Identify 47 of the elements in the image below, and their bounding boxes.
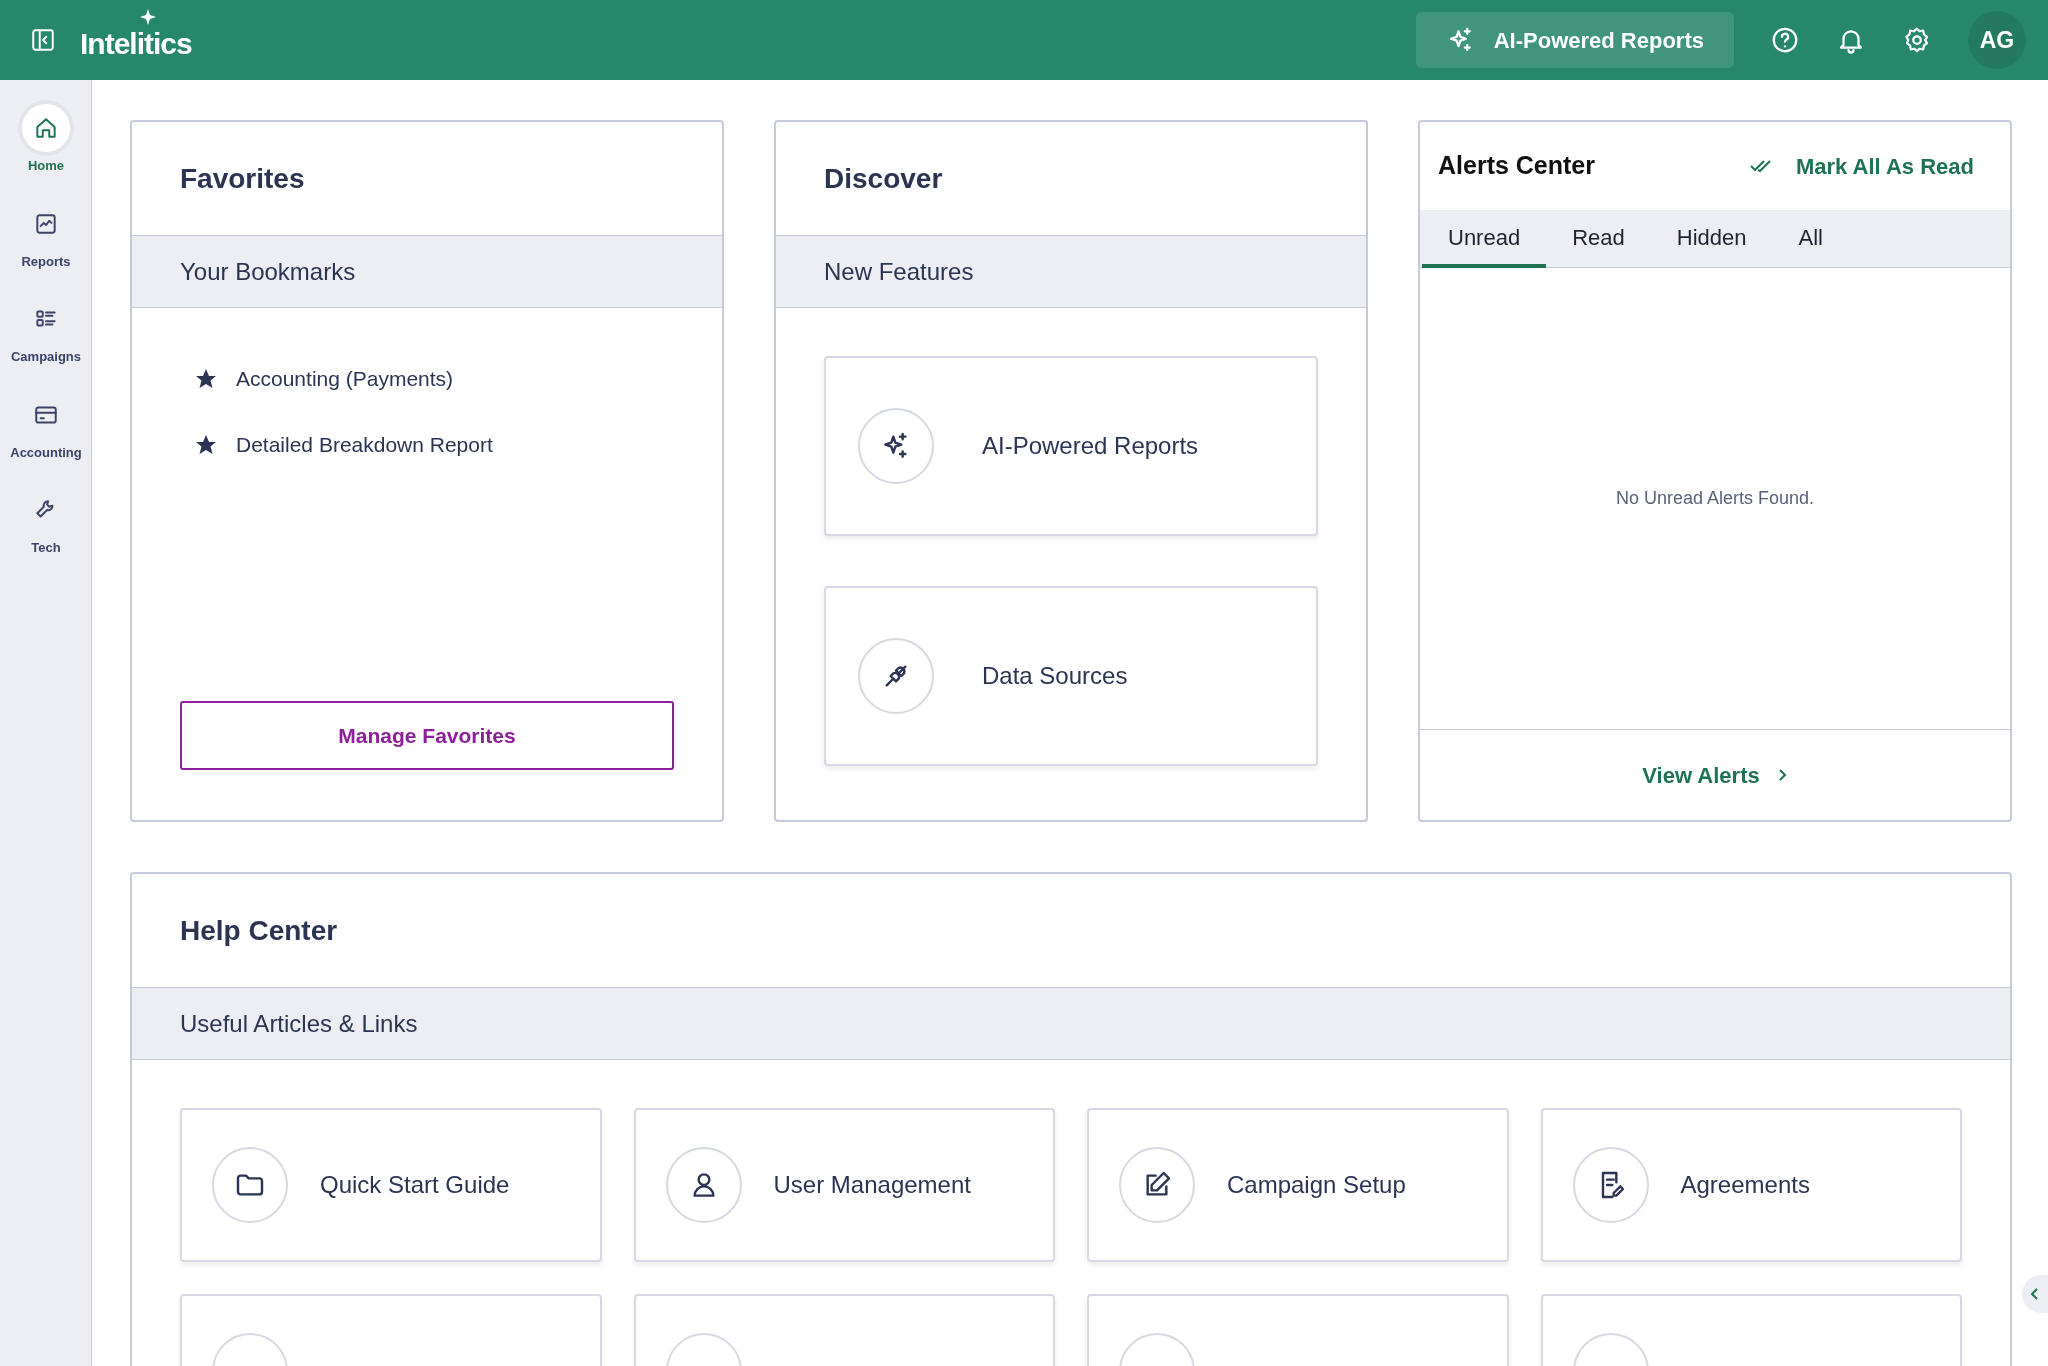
ai-reports-button[interactable]: AI-Powered Reports [1415,12,1734,68]
empty-message: No Unread Alerts Found. [1615,487,1815,510]
panel-title: Favorites [180,161,305,196]
feature-label: Data Sources [982,661,1128,691]
sidebar-label: Home [27,157,65,175]
sidebar-label: Accounting [10,443,82,462]
panel-title: Discover [824,161,943,196]
sidebar-item[interactable]: Campaigns [0,295,92,367]
sidebar-item[interactable]: Accounting [0,390,92,462]
help-article-card[interactable]: Quick Start Guide [180,1108,602,1262]
chevron-left-icon [2029,1286,2041,1302]
user-avatar[interactable]: AG [1968,11,2026,69]
sidebar-item[interactable]: Reports [0,199,92,271]
article-label: Quick Start Guide [320,1170,510,1200]
help-article-card[interactable]: Campaign Setup [1087,1108,1509,1262]
panel-subtitle: New Features [824,256,974,287]
article-label: User Management [773,1170,971,1200]
sidebar-toggle-icon[interactable] [30,27,56,53]
panel-title: Alerts Center [1438,150,1595,182]
alerts-tab[interactable]: Unread [1422,210,1547,268]
sidebar-label: Reports [21,252,71,271]
alerts-tab[interactable]: Hidden [1650,210,1773,268]
panel-subtitle: Your Bookmarks [180,256,356,287]
feature-label: AI-Powered Reports [982,431,1199,461]
alerts-tab[interactable]: All [1772,210,1849,268]
feature-card[interactable]: AI-Powered Reports [824,356,1318,536]
manage-favorites-button[interactable]: Manage Favorites [180,701,674,770]
help-article-card[interactable]: User Management [633,1108,1055,1262]
sidebar-label: Campaigns [10,348,82,366]
panel-subtitle: Useful Articles & Links [180,1008,418,1039]
sidebar-item[interactable]: Home [0,104,92,176]
help-icon[interactable] [1770,25,1800,55]
feature-card[interactable]: Data Sources [824,586,1318,766]
article-label: Agreements [1680,1170,1810,1200]
bookmark-link[interactable]: Detailed Breakdown Report [236,429,493,461]
home-icon [33,115,59,141]
sidebar-label: Tech [31,539,61,557]
brand-logo-text: Intelitics [80,29,192,59]
article-label: Campaign Setup [1227,1170,1406,1200]
help-article-card[interactable]: Agreements [1540,1108,1962,1262]
collapse-panel-button[interactable] [2022,1275,2048,1313]
alerts-tab[interactable]: Read [1546,210,1651,268]
panel-title: Help Center [180,913,338,948]
bookmark-link[interactable]: Accounting (Payments) [236,363,454,395]
view-alerts-link[interactable]: View Alerts [1642,758,1788,792]
sidebar-item[interactable]: Tech [0,486,92,558]
mark-all-read-link[interactable]: Mark All As Read [1749,149,1974,183]
